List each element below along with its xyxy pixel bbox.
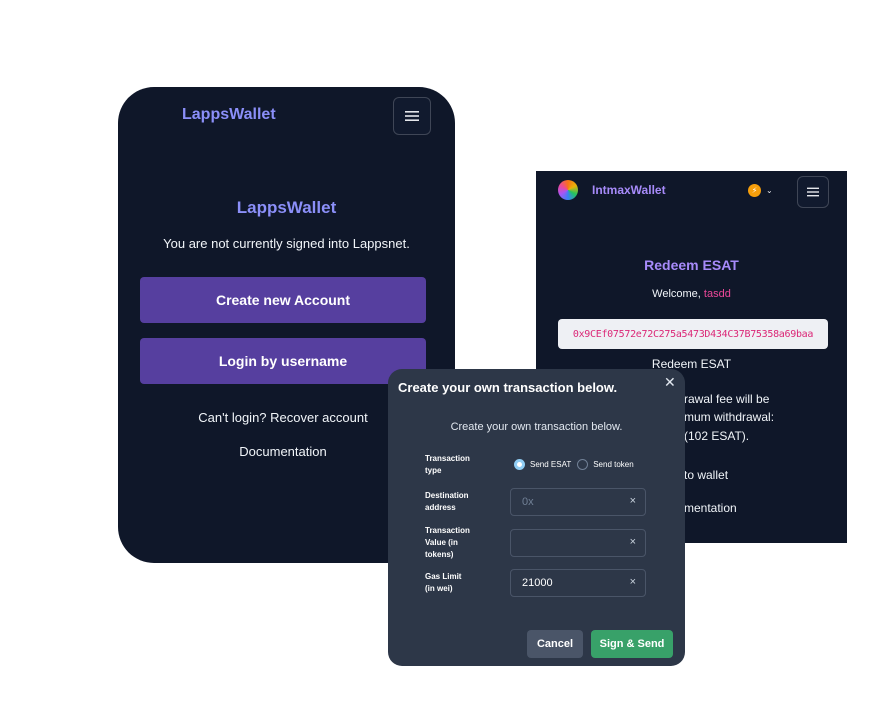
gas-limit-value: 21000 <box>522 577 553 589</box>
hamburger-icon <box>807 187 819 197</box>
transaction-modal: Create your own transaction below. ✕ Cre… <box>388 369 685 666</box>
intmax-logo[interactable] <box>558 180 578 200</box>
network-selector[interactable]: ⚡ ⌄ <box>748 184 773 197</box>
welcome-prefix: Welcome, <box>652 288 704 300</box>
transaction-value-label: Transaction Value (in tokens) <box>425 525 487 561</box>
login-username-button[interactable]: Login by username <box>140 338 426 384</box>
fee-text-line: rawal fee will be <box>684 392 770 406</box>
label-line: type <box>425 466 442 475</box>
transaction-value-input[interactable]: × <box>510 529 646 557</box>
create-account-button[interactable]: Create new Account <box>140 277 426 323</box>
lightning-icon: ⚡ <box>748 184 761 197</box>
welcome-text: Welcome, tasdd <box>536 288 847 300</box>
gas-limit-input[interactable]: 21000 × <box>510 569 646 597</box>
transaction-type-radio-group: Send ESAT Send token <box>514 459 640 470</box>
label-line: Transaction <box>425 526 470 535</box>
username: tasdd <box>703 288 731 300</box>
wallet-address[interactable]: 0x9CEf07572e72C275a5473D434C37B75358a69b… <box>558 319 828 349</box>
cancel-button[interactable]: Cancel <box>527 630 583 658</box>
label-line: Value (in <box>425 538 458 547</box>
destination-address-label: Destination address <box>425 490 487 514</box>
clear-icon[interactable]: × <box>630 576 636 588</box>
gas-limit-label: Gas Limit (in wei) <box>425 571 487 595</box>
chevron-down-icon: ⌄ <box>766 186 773 195</box>
modal-subtitle: Create your own transaction below. <box>450 421 623 433</box>
signin-status-text: You are not currently signed into Lappsn… <box>163 236 410 251</box>
clear-icon[interactable]: × <box>630 495 636 507</box>
page-title: LappsWallet <box>236 198 337 217</box>
intmaxwallet-brand[interactable]: IntmaxWallet <box>592 183 666 197</box>
label-line: Destination <box>425 491 469 500</box>
sign-send-button[interactable]: Sign & Send <box>591 630 673 658</box>
modal-title: Create your own transaction below. <box>398 380 618 395</box>
destination-address-input[interactable]: 0x × <box>510 488 646 516</box>
min-amount-text-line: (102 ESAT). <box>684 429 750 443</box>
lappswallet-brand[interactable]: LappsWallet <box>182 106 276 124</box>
documentation-link[interactable]: mentation <box>684 501 737 515</box>
transaction-type-label: Transaction type <box>425 453 487 477</box>
close-icon[interactable]: ✕ <box>664 374 676 391</box>
label-line: tokens) <box>425 550 454 559</box>
label-line: address <box>425 503 456 512</box>
menu-button[interactable] <box>393 97 431 135</box>
label-line: (in wei) <box>425 584 453 593</box>
label-line: Transaction <box>425 454 470 463</box>
destination-placeholder: 0x <box>522 496 534 508</box>
send-token-radio[interactable] <box>577 459 589 470</box>
send-token-label[interactable]: Send token <box>593 460 633 469</box>
page-title: Redeem ESAT <box>644 257 739 273</box>
clear-icon[interactable]: × <box>630 536 636 548</box>
back-to-wallet-link[interactable]: to wallet <box>684 468 728 482</box>
label-line: Gas Limit <box>425 572 462 581</box>
send-esat-radio[interactable] <box>514 459 525 470</box>
menu-button[interactable] <box>797 176 829 208</box>
min-withdrawal-text-line: mum withdrawal: <box>684 410 775 424</box>
hamburger-icon <box>405 111 419 121</box>
send-esat-label[interactable]: Send ESAT <box>530 460 571 469</box>
